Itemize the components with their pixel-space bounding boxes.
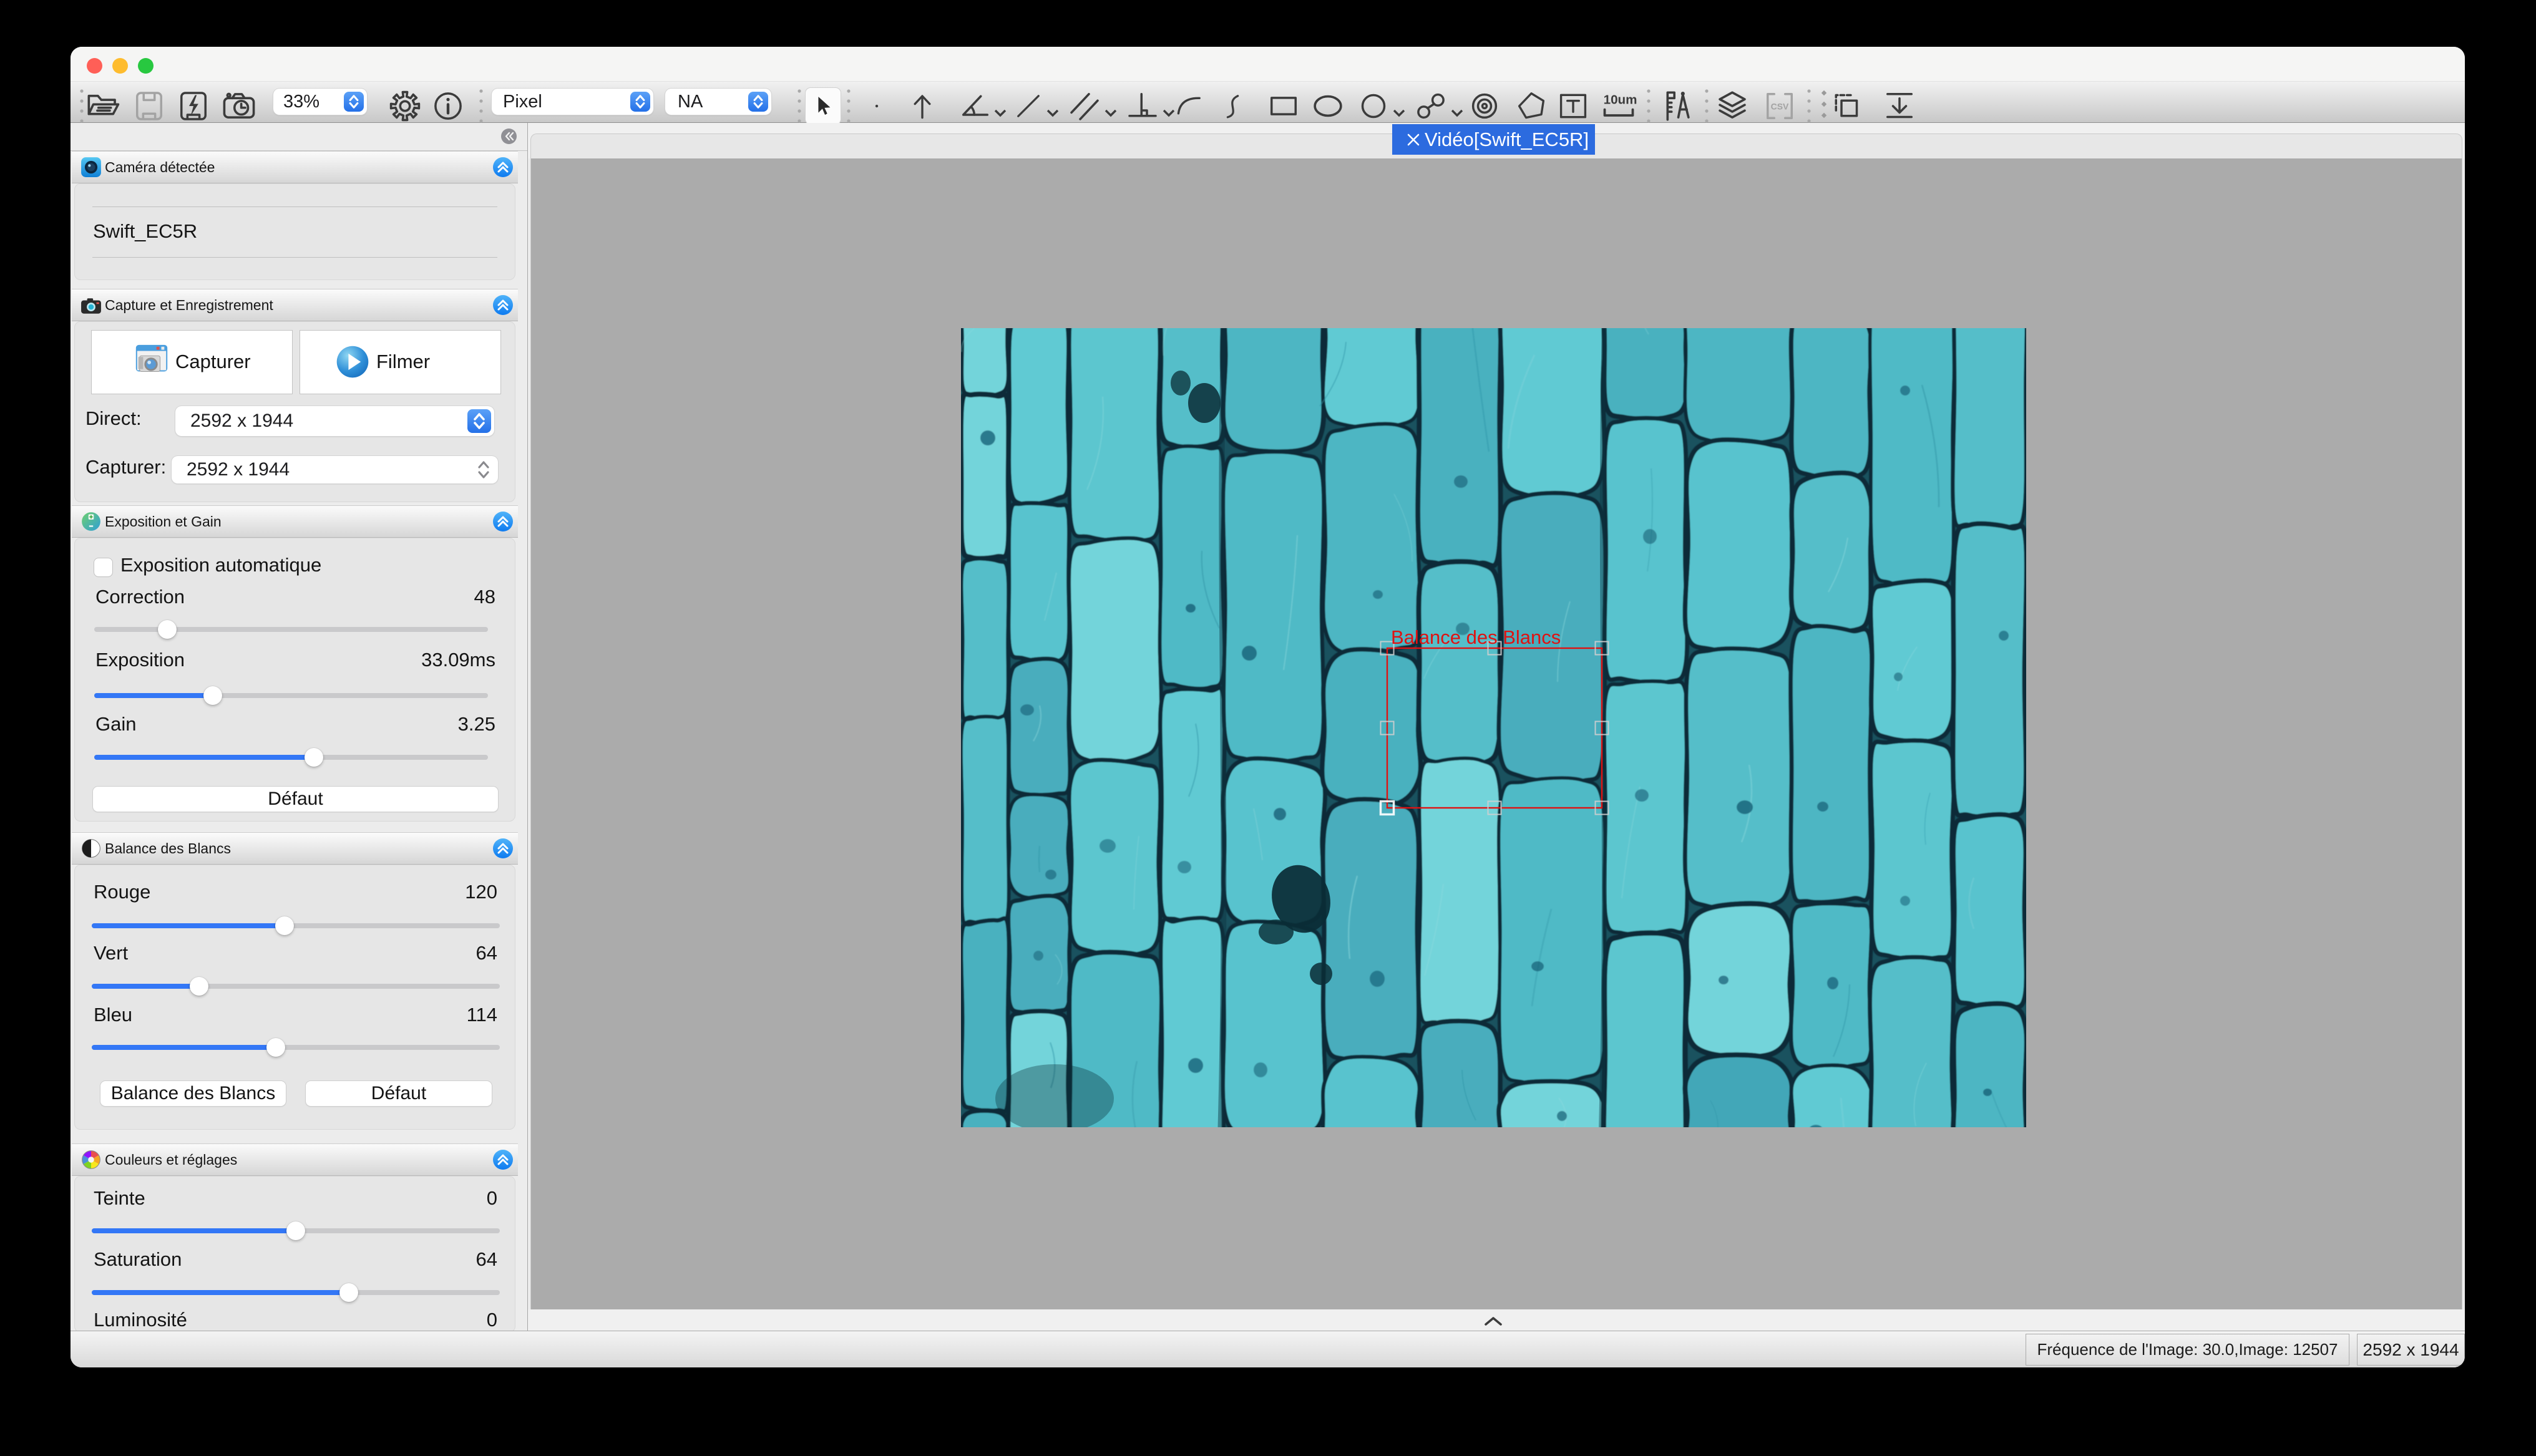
- svg-text:Balance des Blancs: Balance des Blancs: [1391, 626, 1561, 648]
- svg-text:CSV: CSV: [1771, 101, 1789, 111]
- svg-text:10um: 10um: [1604, 92, 1637, 107]
